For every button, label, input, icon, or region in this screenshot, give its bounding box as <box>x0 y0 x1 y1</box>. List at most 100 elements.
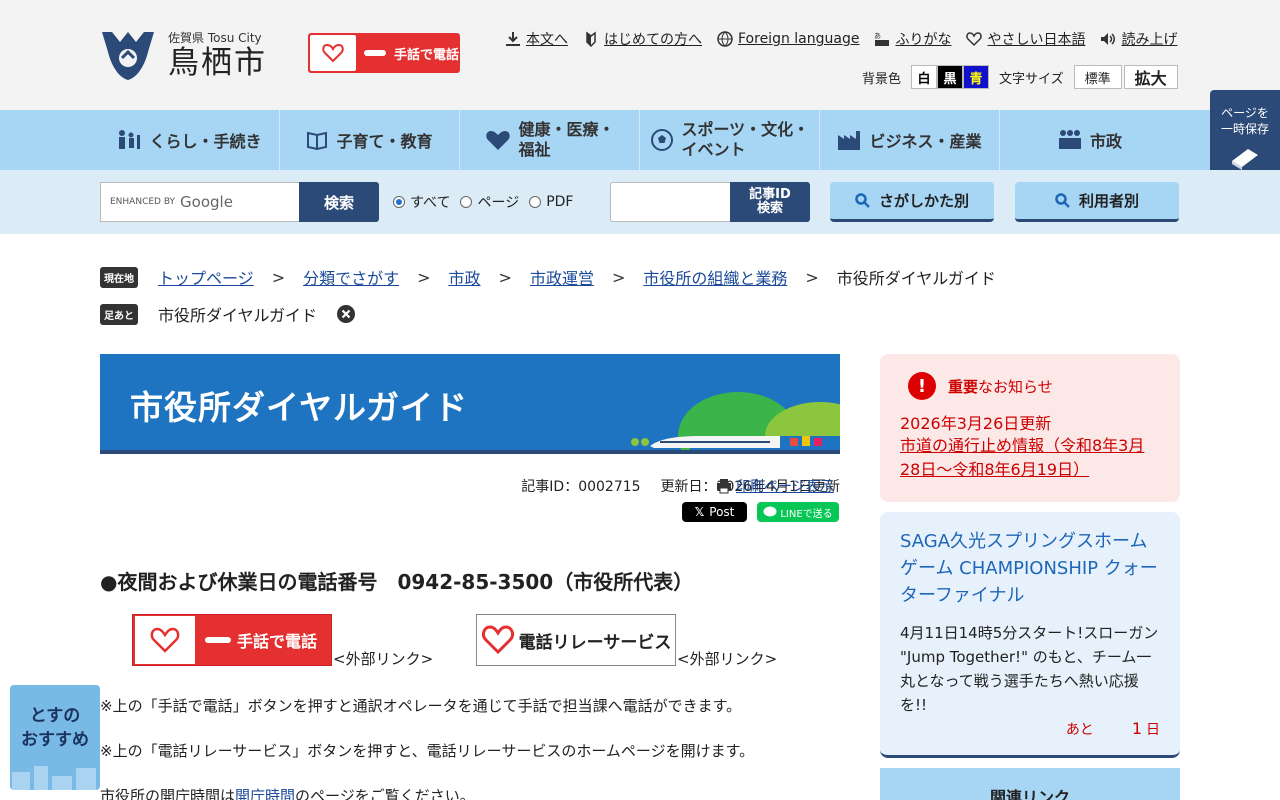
current-location-tag: 現在地 <box>100 266 138 288</box>
sign-language-call-image-link[interactable]: 手話で電話 <box>132 614 332 666</box>
open-book-icon <box>307 131 328 150</box>
crumb-current: 市役所ダイヤルガイド <box>836 269 996 288</box>
nav-health[interactable]: 健康・医療・福祉 <box>460 110 640 170</box>
notice-title: ! 重要なお知らせ <box>900 372 1160 400</box>
search-bar: ENHANCED BY Google 検索 すべて ページ PDF 記事ID 検… <box>0 170 1280 234</box>
nav-living[interactable]: くらし・手続き <box>100 110 280 170</box>
night-phone-heading: ●夜間および休業日の電話番号 0942-85-3500（市役所代表） <box>100 570 694 594</box>
skip-to-content-link[interactable]: 本文へ <box>504 29 568 49</box>
related-links-heading: 関連リンク <box>880 768 1180 800</box>
read-aloud-link[interactable]: 読み上げ <box>1099 29 1177 49</box>
save-page-line2: 一時保存 <box>1220 121 1269 136</box>
article-id-input[interactable] <box>610 182 732 222</box>
phone-handset-icon <box>364 50 386 56</box>
svg-text:あ: あ <box>874 32 881 40</box>
landscape-train-illustration <box>631 392 840 450</box>
city-skyline-illustration <box>12 766 96 790</box>
countdown: あと 1 日 <box>1065 719 1160 738</box>
beginners-link[interactable]: はじめての方へ <box>582 29 702 49</box>
global-nav: くらし・手続き 子育て・教育 健康・医療・福祉 スポーツ・文化・イベント ビジネ… <box>0 110 1280 170</box>
scope-pdf-radio[interactable]: PDF <box>529 194 573 210</box>
crumb-separator: > <box>805 267 819 287</box>
notice-date: 2026年3月26日更新 <box>900 414 1052 433</box>
nav-city-admin[interactable]: 市政 <box>1000 110 1180 170</box>
x-post-button[interactable]: 𝕏 Post <box>682 502 747 522</box>
globe-icon <box>717 31 733 47</box>
nav-business[interactable]: ビジネス・産業 <box>820 110 1000 170</box>
beginner-mark-icon <box>586 31 596 48</box>
phone-relay-service-image-link[interactable]: 電話リレーサービス <box>476 614 676 666</box>
crumb-city-admin[interactable]: 市政 <box>449 265 481 289</box>
phone-handset-icon <box>205 637 231 643</box>
download-arrow-icon <box>506 32 520 46</box>
search-button[interactable]: 検索 <box>299 182 379 222</box>
google-brand: Google <box>180 193 233 211</box>
sign-language-call-button[interactable]: 手話で電話 <box>308 33 460 73</box>
alert-icon: ! <box>908 372 936 400</box>
notice-link[interactable]: 市道の通行止め情報（令和8年3月28日～令和8年6月19日） <box>900 436 1144 479</box>
page-title: 市役所ダイヤルガイド <box>130 388 469 427</box>
article-id-search-button[interactable]: 記事ID 検索 <box>730 182 810 222</box>
bg-white-button[interactable]: 白 <box>911 65 938 89</box>
history-tag: 足あと <box>100 303 138 325</box>
scope-page-radio[interactable]: ページ <box>460 192 519 212</box>
x-logo-icon: 𝕏 <box>694 505 705 519</box>
crumb-city-management[interactable]: 市政運営 <box>530 265 594 289</box>
note-sign-language: ※上の「手話で電話」ボタンを押すと通訳オペレータを通じて手話で担当課へ電話ができ… <box>100 697 742 715</box>
radio-dot <box>529 196 542 208</box>
office-hours-text: 市役所の開庁時間は開庁時間のページをご覧ください。 <box>100 785 840 800</box>
factory-icon <box>838 131 861 150</box>
site-header: 佐賀県 Tosu City 鳥栖市 手話で電話 本文へ はじめての方へ Fore… <box>0 0 1280 110</box>
font-large-button[interactable]: 拡大 <box>1123 65 1178 89</box>
article-id: 記事ID：0002715 <box>521 479 641 495</box>
search-by-user-button[interactable]: 利用者別 <box>1015 182 1179 222</box>
search-icon <box>1055 192 1070 208</box>
recommend-button[interactable]: とすの おすすめ <box>10 685 100 790</box>
crumb-organization[interactable]: 市役所の組織と業務 <box>643 265 787 289</box>
heart-icon <box>485 131 510 150</box>
foreign-language-link[interactable]: Foreign language <box>716 29 859 49</box>
logo-subtitle: 佐賀県 Tosu City <box>168 31 262 46</box>
furigana-link[interactable]: あ ふりがな <box>873 29 951 49</box>
crumb-separator: > <box>498 267 512 287</box>
font-standard-button[interactable]: 標準 <box>1073 65 1122 89</box>
site-logo[interactable]: 佐賀県 Tosu City 鳥栖市 <box>98 28 267 82</box>
office-hours-link[interactable]: 開庁時間 <box>235 787 295 800</box>
radio-dot-selected <box>393 196 405 208</box>
crumb-category[interactable]: 分類でさがす <box>303 265 399 289</box>
search-icon <box>855 192 870 208</box>
promo-title: SAGA久光スプリングスホームゲーム CHAMPIONSHIP クォーターファイ… <box>900 531 1158 606</box>
utility-links: 本文へ はじめての方へ Foreign language あ ふりがな やさしい… <box>504 29 1177 49</box>
speaker-icon <box>1101 33 1116 45</box>
history-item[interactable]: 市役所ダイヤルガイド <box>158 302 317 326</box>
heart-hands-icon <box>966 32 983 47</box>
nav-childcare[interactable]: 子育て・教育 <box>280 110 460 170</box>
bg-color-label: 背景色 <box>862 71 902 87</box>
crumb-top[interactable]: トップページ <box>158 265 254 289</box>
close-icon[interactable] <box>337 305 356 323</box>
line-logo-icon <box>763 506 777 517</box>
history-trail: 足あと 市役所ダイヤルガイド <box>100 302 356 326</box>
printer-icon <box>717 479 731 494</box>
crumb-separator: > <box>417 267 431 287</box>
soccer-ball-icon <box>650 129 673 151</box>
save-page-line1: ページを <box>1221 106 1269 120</box>
promo-box[interactable]: SAGA久光スプリングスホームゲーム CHAMPIONSHIP クォーターファイ… <box>880 512 1180 758</box>
bg-black-button[interactable]: 黒 <box>937 65 964 89</box>
external-link-note: <外部リンク> <box>677 650 778 668</box>
page-title-banner: 市役所ダイヤルガイド <box>100 354 840 454</box>
easy-japanese-link[interactable]: やさしい日本語 <box>965 29 1085 49</box>
display-settings: 背景色 白 黒 青 文字サイズ 標準 拡大 <box>862 65 1178 89</box>
font-size-label: 文字サイズ <box>999 71 1064 87</box>
heart-phone-icon <box>150 627 180 653</box>
search-by-method-button[interactable]: さがしかた別 <box>830 182 994 222</box>
print-link[interactable]: 印刷ページ表示 <box>716 476 834 496</box>
bg-blue-button[interactable]: 青 <box>963 65 990 89</box>
nav-sports[interactable]: スポーツ・文化・イベント <box>640 110 820 170</box>
city-emblem-icon <box>102 32 154 80</box>
search-scope-radios: すべて ページ PDF <box>393 192 573 212</box>
line-share-button[interactable]: LINEで送る <box>757 502 839 522</box>
logo-title: 鳥栖市 <box>168 45 267 82</box>
site-search-input[interactable]: ENHANCED BY Google <box>100 182 300 222</box>
scope-all-radio[interactable]: すべて <box>393 192 450 212</box>
